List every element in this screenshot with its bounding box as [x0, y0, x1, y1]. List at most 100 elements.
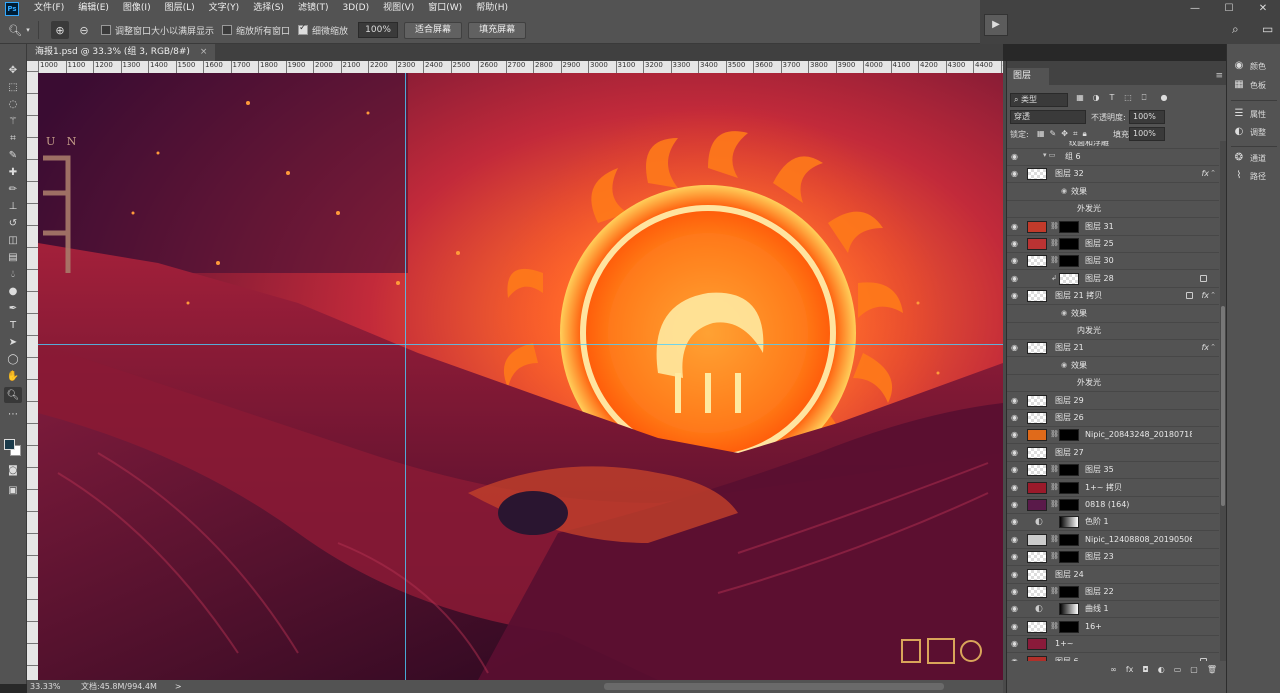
layer-thumbnail[interactable] [1027, 168, 1047, 181]
close-window-button[interactable]: ✕ [1248, 0, 1278, 17]
menu-type[interactable]: 文字(Y) [202, 0, 247, 17]
menu-help[interactable]: 帮助(H) [469, 0, 515, 17]
layer-row[interactable]: ◉ ⛓ 图层 22 [1007, 584, 1219, 601]
visibility-eye-icon[interactable]: ◉ [1011, 553, 1021, 561]
effect-eye-icon[interactable]: ◉ [1061, 309, 1067, 317]
layer-thumbnail[interactable] [1027, 586, 1047, 598]
layer-fx-icon[interactable]: fx [1201, 166, 1209, 182]
zoom-tool-icon[interactable]: 🔍︎ [6, 21, 24, 39]
menu-select[interactable]: 选择(S) [246, 0, 291, 17]
visibility-eye-icon[interactable]: ◉ [1011, 466, 1021, 474]
quick-mask-icon[interactable]: ◙ [4, 462, 22, 478]
layer-effect-row[interactable]: ◉ 效果 [1007, 358, 1219, 375]
visibility-eye-icon[interactable]: ◉ [1011, 588, 1021, 596]
magic-wand-tool-icon[interactable]: ⚚ [4, 113, 22, 129]
adjustment-filter-icon[interactable]: ◑ [1091, 93, 1101, 103]
visibility-eye-icon[interactable]: ◉ [1011, 483, 1021, 492]
layer-row[interactable]: ◉ ↲ 图层 28 [1007, 271, 1219, 288]
menu-layer[interactable]: 图层(L) [158, 0, 202, 17]
layer-mask-thumbnail[interactable] [1059, 603, 1079, 616]
lasso-tool-icon[interactable]: ◌ [4, 96, 22, 112]
gradient-tool-icon[interactable]: ▤ [4, 249, 22, 265]
menu-filter[interactable]: 滤镜(T) [291, 0, 336, 17]
scrubby-zoom-checkbox[interactable]: 细微缩放 [298, 23, 348, 37]
zoom-tool-active-icon[interactable]: 🔍︎ [4, 387, 22, 403]
layer-row[interactable]: ◉ 图层 32 fx ⌃ [1007, 166, 1219, 184]
layer-mask-thumbnail[interactable] [1059, 533, 1079, 546]
layer-mask-thumbnail[interactable] [1059, 499, 1079, 511]
healing-brush-tool-icon[interactable]: ✚ [4, 164, 22, 180]
layer-thumbnail[interactable] [1027, 429, 1047, 442]
layer-filter-select[interactable]: ⌕ 类型 [1010, 93, 1068, 107]
play-icon[interactable]: ▶ [984, 14, 1008, 36]
layer-mask-thumbnail[interactable] [1059, 429, 1079, 442]
layer-row[interactable]: ◉ 图层 24 [1007, 567, 1219, 584]
zoom-in-icon[interactable]: ⊕ [51, 21, 69, 39]
shape-tool-icon[interactable]: ◯ [4, 351, 22, 367]
menu-file[interactable]: 文件(F) [27, 0, 71, 17]
layer-thumbnail[interactable] [1027, 238, 1047, 250]
visibility-eye-icon[interactable]: ◉ [1011, 570, 1021, 579]
layer-thumbnail[interactable] [1027, 464, 1047, 477]
layer-thumbnail[interactable] [1027, 255, 1047, 268]
layer-thumbnail[interactable] [1027, 533, 1047, 546]
layer-row[interactable]: ◉ ⛓ 图层 31 [1007, 219, 1219, 236]
mask-link-icon[interactable]: ⛓ [1050, 587, 1059, 595]
panel-menu-icon[interactable]: ≡ [1215, 71, 1223, 81]
menu-edit[interactable]: 编辑(E) [71, 0, 116, 17]
dodge-tool-icon[interactable]: ● [4, 283, 22, 299]
layer-mask-thumbnail[interactable] [1059, 620, 1079, 633]
layer-thumbnail[interactable] [1059, 272, 1079, 285]
lock-icons[interactable]: ▦✎✥⌗🔒︎ [1037, 129, 1092, 139]
filter-toggle-icon[interactable]: ● [1159, 93, 1169, 103]
delete-layer-icon[interactable]: 🗑 [1207, 665, 1217, 674]
vertical-guide[interactable] [405, 73, 406, 680]
document-canvas[interactable]: U N [38, 73, 1003, 680]
layer-effect-row[interactable]: ◉ 效果 [1007, 306, 1219, 323]
add-mask-icon[interactable]: ◘ [1142, 665, 1148, 674]
layer-thumbnail[interactable] [1027, 499, 1047, 511]
collapse-effects-icon[interactable]: ⌃ [1210, 169, 1216, 177]
layer-row[interactable]: ◉ ⛓ 1+~ 拷贝 [1007, 480, 1219, 497]
fill-field[interactable]: 100% [1129, 127, 1165, 141]
layer-thumbnail[interactable] [1027, 394, 1047, 407]
new-group-icon[interactable]: ▭ [1174, 665, 1182, 674]
effect-eye-icon[interactable]: ◉ [1061, 187, 1067, 195]
layer-row[interactable]: ◉ 1+~ [1007, 636, 1219, 654]
layer-row[interactable]: ◉图层 6 [1007, 654, 1219, 661]
zoom-out-icon[interactable]: ⊖ [75, 21, 93, 39]
layer-row[interactable]: ◉ 图层 27 [1007, 445, 1219, 462]
visibility-eye-icon[interactable]: ◉ [1011, 518, 1021, 526]
layer-effect-row[interactable]: 外发光 [1007, 375, 1219, 393]
document-tab[interactable]: 海报1.psd @ 33.3% (组 3, RGB/8#) × [27, 44, 216, 61]
visibility-eye-icon[interactable]: ◉ [1011, 170, 1021, 178]
screen-mode-icon[interactable]: ▣ [4, 482, 22, 498]
zoom-value-field[interactable]: 100% [358, 22, 399, 38]
menu-window[interactable]: 窗口(W) [421, 0, 469, 17]
layer-fx-icon[interactable]: fx [1201, 340, 1209, 356]
new-layer-icon[interactable]: ▢ [1190, 665, 1198, 674]
dock-properties[interactable]: ☰ 属性 [1233, 106, 1266, 122]
layer-mask-thumbnail[interactable] [1059, 238, 1079, 250]
move-tool-icon[interactable]: ✥ [4, 62, 22, 78]
layer-effect-row[interactable]: 内发光 [1007, 323, 1219, 340]
clone-stamp-tool-icon[interactable]: ⊥ [4, 198, 22, 214]
layer-mask-thumbnail[interactable] [1059, 551, 1079, 564]
layer-row[interactable]: ◉ ⛓ 0818 (164) [1007, 497, 1219, 514]
workspace-icon[interactable]: ▭ [1262, 22, 1273, 36]
pixel-filter-icon[interactable]: ▦ [1075, 93, 1085, 103]
path-selection-tool-icon[interactable]: ➤ [4, 334, 22, 350]
type-tool-icon[interactable]: T [4, 317, 22, 333]
pen-tool-icon[interactable]: ✒ [4, 300, 22, 316]
layer-thumbnail[interactable] [1027, 551, 1047, 564]
layer-row[interactable]: ◉ ⛓ 16+ [1007, 619, 1219, 636]
layer-row[interactable]: ◉ ⛓ 图层 25 [1007, 236, 1219, 253]
hand-tool-icon[interactable]: ✋ [4, 368, 22, 384]
menu-image[interactable]: 图像(I) [116, 0, 158, 17]
visibility-eye-icon[interactable]: ◉ [1011, 396, 1021, 405]
eyedropper-tool-icon[interactable]: ✎ [4, 147, 22, 163]
visibility-eye-icon[interactable]: ◉ [1011, 448, 1021, 457]
visibility-eye-icon[interactable]: ◉ [1011, 431, 1021, 439]
marquee-tool-icon[interactable]: ⬚ [4, 79, 22, 95]
visibility-eye-icon[interactable]: ◉ [1011, 344, 1021, 352]
